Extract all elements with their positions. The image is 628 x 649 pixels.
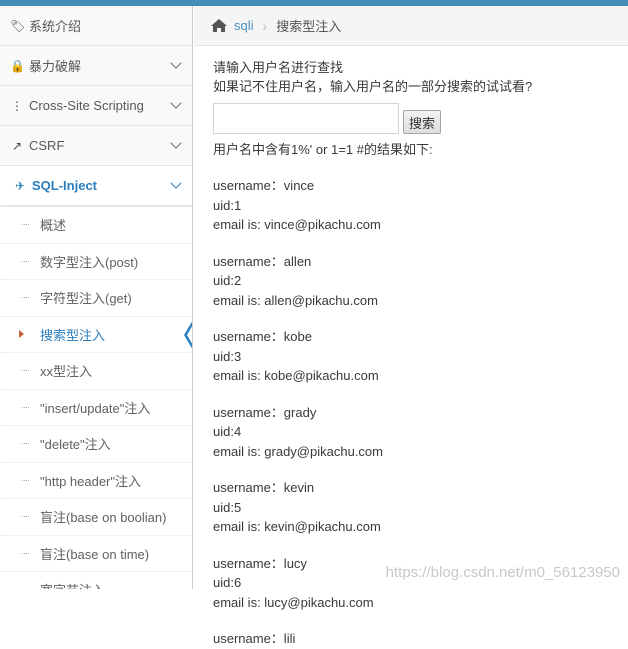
sidebar-item-csrf[interactable]: ↗ CSRF xyxy=(0,126,192,166)
chevron-down-icon xyxy=(170,97,182,109)
home-icon[interactable] xyxy=(210,18,228,33)
sidebar-item-sql-inject[interactable]: ✈ SQL-Inject xyxy=(0,166,192,206)
result-record: username：vince uid:1 email is: vince@pik… xyxy=(213,176,623,235)
result-record: username：kevin uid:5 email is: kevin@pik… xyxy=(213,478,623,537)
sidebar-item-label: SQL-Inject xyxy=(32,178,98,193)
record-email: email is: allen@pikachu.com xyxy=(213,292,378,308)
sidebar-item-label: CSRF xyxy=(29,138,65,153)
record-username: username：kevin xyxy=(213,480,315,495)
sidebar-item-label: 暴力破解 xyxy=(29,59,82,74)
submenu-item-wide-byte[interactable]: 宽字节注入 xyxy=(0,572,192,589)
sql-inject-submenu: 概述 数字型注入(post) 字符型注入(get) 搜索型注入 xx型注入 "i… xyxy=(0,206,192,589)
submenu-item-string-get[interactable]: 字符型注入(get) xyxy=(0,280,192,317)
submenu-label: "http header"注入 xyxy=(40,473,142,489)
record-email: email is: vince@pikachu.com xyxy=(213,217,381,232)
sidebar-item-system-intro[interactable]: 🏷 系统介绍 xyxy=(0,6,192,46)
submenu-label: 搜索型注入 xyxy=(40,327,106,343)
submenu-item-delete[interactable]: "delete"注入 xyxy=(0,426,192,463)
record-email: email is: kobe@pikachu.com xyxy=(213,368,379,383)
record-uid: uid:1 xyxy=(213,197,242,213)
submenu-label: 盲注(base on boolian) xyxy=(40,510,167,526)
sidebar-item-label: 系统介绍 xyxy=(29,19,82,34)
submenu-label: xx型注入 xyxy=(40,364,93,380)
record-email: email is: lucy@pikachu.com xyxy=(213,594,374,610)
submenu-item-overview[interactable]: 概述 xyxy=(0,207,192,244)
watermark: https://blog.csdn.net/m0_56123950 xyxy=(385,564,620,581)
result-title: 用户名中含有1%' or 1=1 #的结果如下: xyxy=(213,142,433,157)
result-record: username：allen uid:2 email is: allen@pik… xyxy=(213,252,623,311)
sitemap-icon: ⋮ xyxy=(11,98,23,113)
result-record: username：lili xyxy=(213,629,623,649)
main-content: 请输入用户名进行查找 如果记不住用户名，输入用户名的一部分搜索的试试看? 搜索 … xyxy=(213,58,623,649)
result-record: username：lucy uid:6 email is: lucy@pikac… xyxy=(213,554,623,613)
record-username: username：grady xyxy=(213,404,317,420)
submenu-item-xx[interactable]: xx型注入 xyxy=(0,353,192,390)
active-pointer-inner xyxy=(187,322,192,347)
breadcrumb: sqli › 搜索型注入 xyxy=(194,6,628,46)
submenu-label: "insert/update"注入 xyxy=(40,400,151,416)
sidebar-item-xss[interactable]: ⋮ Cross-Site Scripting xyxy=(0,86,192,126)
record-username: username：allen xyxy=(213,253,312,269)
breadcrumb-separator: › xyxy=(262,17,268,34)
result-record: username：grady uid:4 email is: grady@pik… xyxy=(213,403,623,462)
search-hint: 如果记不住用户名，输入用户名的一部分搜索的试试看? xyxy=(213,79,533,94)
submenu-label: "delete"注入 xyxy=(40,437,111,453)
chevron-down-icon xyxy=(170,177,182,189)
record-email: email is: grady@pikachu.com xyxy=(213,443,383,459)
tags-icon: 🏷 xyxy=(10,18,26,33)
record-username: username：kobe xyxy=(213,329,312,344)
record-uid: uid:5 xyxy=(213,499,242,515)
caret-right-icon xyxy=(19,329,24,338)
share-icon: ↗ xyxy=(11,138,23,153)
submenu-item-insert-update[interactable]: "insert/update"注入 xyxy=(0,390,192,426)
breadcrumb-link-sqli[interactable]: sqli xyxy=(234,18,254,33)
record-uid: uid:2 xyxy=(213,273,242,288)
submenu-item-numeric-post[interactable]: 数字型注入(post) xyxy=(0,244,192,280)
submenu-item-blind-boolean[interactable]: 盲注(base on boolian) xyxy=(0,499,192,536)
lock-icon: 🔒 xyxy=(10,58,25,73)
record-username: username：vince xyxy=(213,178,315,193)
submenu-label: 字符型注入(get) xyxy=(40,291,132,307)
breadcrumb-current: 搜索型注入 xyxy=(276,19,342,34)
sidebar-item-label: Cross-Site Scripting xyxy=(29,98,144,113)
record-email: email is: kevin@pikachu.com xyxy=(213,519,381,534)
submenu-label: 盲注(base on time) xyxy=(40,546,150,562)
submenu-item-blind-time[interactable]: 盲注(base on time) xyxy=(0,536,192,572)
record-uid: uid:4 xyxy=(213,424,242,439)
submenu-label: 概述 xyxy=(40,218,67,234)
result-record: username：kobe uid:3 email is: kobe@pikac… xyxy=(213,327,623,386)
record-uid: uid:3 xyxy=(213,348,242,364)
chevron-down-icon xyxy=(170,57,182,69)
chevron-down-icon xyxy=(170,137,182,149)
submenu-item-http-header[interactable]: "http header"注入 xyxy=(0,463,192,499)
submenu-label: 宽字节注入 xyxy=(40,580,105,589)
record-username: username：lili xyxy=(213,631,296,646)
submenu-label: 数字型注入(post) xyxy=(40,254,139,270)
fighter-jet-icon: ✈ xyxy=(14,178,26,193)
search-form: 搜索 xyxy=(213,103,623,134)
search-button[interactable]: 搜索 xyxy=(403,110,442,134)
sidebar: 🏷 系统介绍 🔒 暴力破解 ⋮ Cross-Site Scripting ↗ C… xyxy=(0,6,193,589)
submenu-item-search[interactable]: 搜索型注入 xyxy=(0,317,192,353)
sidebar-item-brute-force[interactable]: 🔒 暴力破解 xyxy=(0,46,192,86)
search-prompt: 请输入用户名进行查找 xyxy=(213,60,344,75)
search-input[interactable] xyxy=(213,103,399,134)
